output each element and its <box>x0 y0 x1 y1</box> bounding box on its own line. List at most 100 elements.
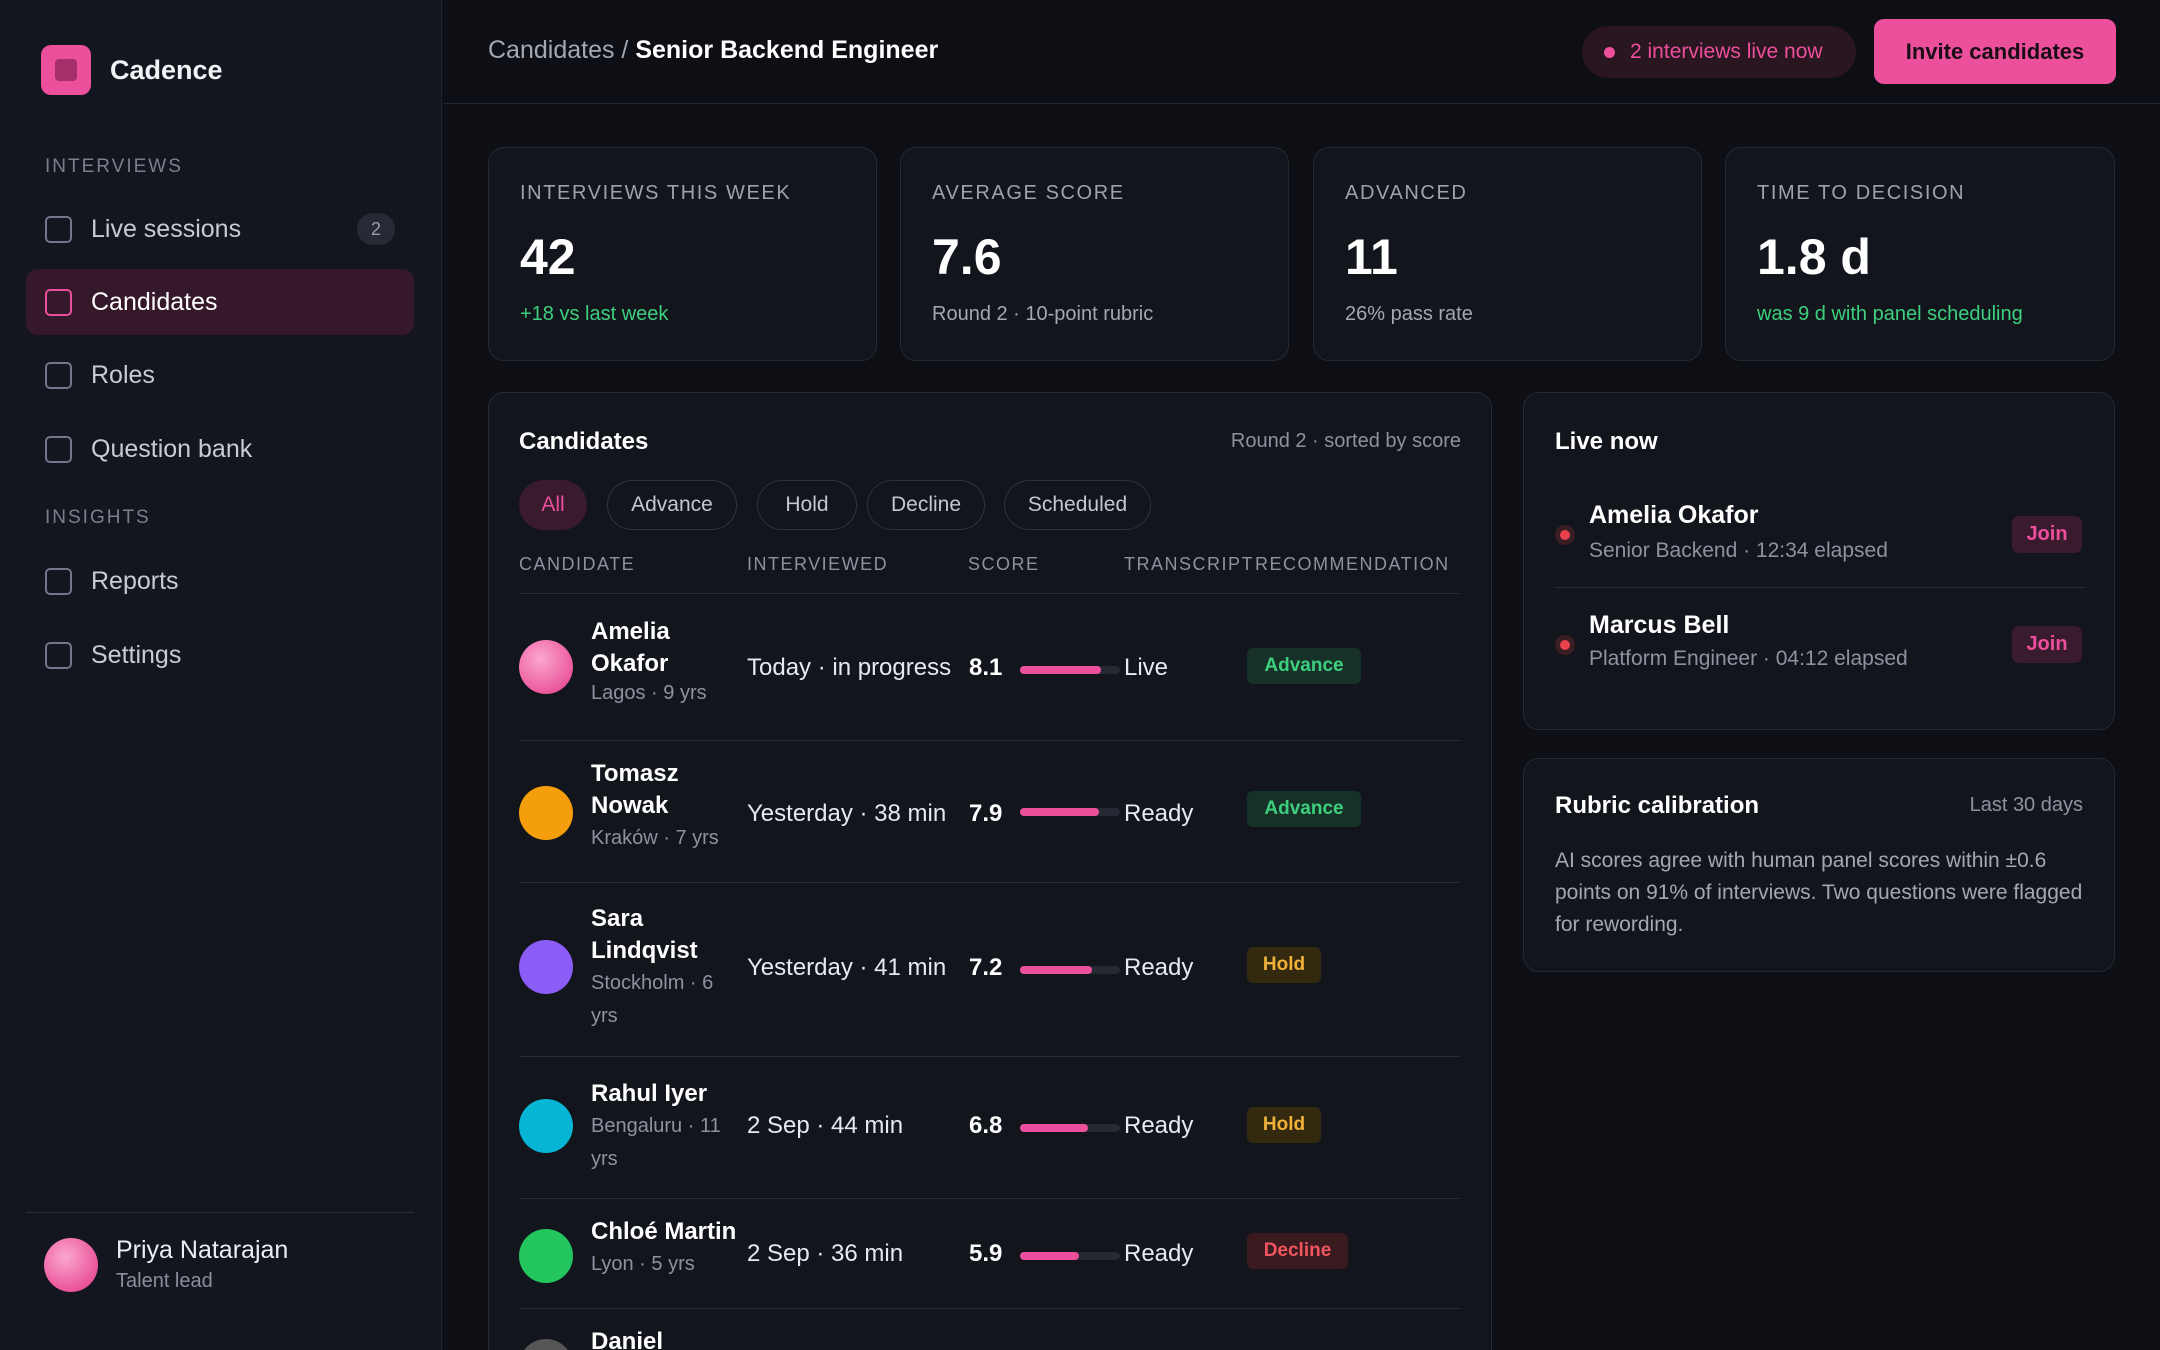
sidebar-item-roles[interactable]: Roles <box>26 342 414 408</box>
join-button[interactable]: Join <box>2012 626 2082 663</box>
column-header-score[interactable]: SCORE <box>968 554 1040 575</box>
sidebar-item-candidates[interactable]: Candidates <box>26 269 414 335</box>
sidebar-item-label: Candidates <box>91 287 218 316</box>
stat-note: was 9 d with panel scheduling <box>1757 303 2023 325</box>
candidates-panel: Candidates Round 2 · sorted by score All… <box>488 392 1492 1350</box>
live-interviews-pill[interactable]: 2 interviews live now <box>1582 26 1856 78</box>
checkbox-icon <box>45 641 72 669</box>
stat-card-time-to-decision: TIME TO DECISION 1.8 d was 9 d with pane… <box>1725 147 2115 361</box>
sidebar-item-question-bank[interactable]: Question bank <box>26 416 414 482</box>
score-bar <box>1020 966 1120 974</box>
live-item[interactable]: Amelia Okafor Senior Backend · 12:34 ela… <box>1555 501 2085 581</box>
stat-label: ADVANCED <box>1345 182 1468 204</box>
candidate-name[interactable]: Rahul Iyer <box>591 1078 741 1110</box>
score-bar <box>1020 1252 1120 1260</box>
transcript-status[interactable]: Live <box>1124 654 1168 682</box>
candidate-name[interactable]: Tomasz Nowak <box>591 758 741 822</box>
filter-chip-all[interactable]: All <box>519 480 587 530</box>
avatar <box>44 1237 98 1292</box>
column-header-candidate[interactable]: CANDIDATE <box>519 554 635 575</box>
candidate-name[interactable]: Daniel <box>591 1326 741 1350</box>
stat-note: Round 2 · 10-point rubric <box>932 303 1154 325</box>
candidate-meta: Lagos · 9 yrs <box>591 682 707 704</box>
candidate-name[interactable]: Chloé Martin <box>591 1216 741 1248</box>
interviewed-value: Today · in progress <box>747 654 952 681</box>
candidate-name[interactable]: Amelia Okafor <box>591 616 741 680</box>
avatar <box>519 640 573 694</box>
invite-candidates-button[interactable]: Invite candidates <box>1874 19 2116 84</box>
table-row[interactable]: Rahul Iyer Bengaluru · 11 yrs 2 Sep · 44 m… <box>519 1057 1460 1199</box>
avatar <box>519 1229 573 1283</box>
table-row[interactable]: Amelia Okafor Lagos · 9 yrs Today · in pro… <box>519 599 1460 741</box>
transcript-status[interactable]: Ready <box>1124 954 1193 982</box>
sidebar-item-label: Roles <box>91 360 155 389</box>
nav-section-interviews: INTERVIEWS <box>45 156 183 177</box>
column-header-interviewed[interactable]: INTERVIEWED <box>747 554 888 575</box>
filter-chip-advance[interactable]: Advance <box>607 480 737 530</box>
panel-meta: Last 30 days <box>1969 794 2083 816</box>
avatar <box>519 786 573 840</box>
table-row[interactable]: Chloé Martin Lyon · 5 yrs 2 Sep · 36 min 5.… <box>519 1199 1460 1309</box>
transcript-status[interactable]: Ready <box>1124 1112 1193 1140</box>
score-value: 7.2 <box>969 954 1003 981</box>
column-header-recommendation[interactable]: RECOMMENDATION <box>1255 554 1450 575</box>
table-row[interactable]: Daniel <box>519 1309 1460 1350</box>
avatar <box>519 1339 573 1350</box>
filter-chip-hold[interactable]: Hold <box>757 480 857 530</box>
panel-title: Candidates <box>519 428 649 455</box>
stat-note: 26% pass rate <box>1345 303 1473 325</box>
recommendation-badge: Decline <box>1247 1233 1348 1269</box>
rubric-calibration-panel: Rubric calibration Last 30 days AI score… <box>1523 758 2115 972</box>
live-candidate-meta: Platform Engineer · 04:12 elapsed <box>1589 647 1908 670</box>
live-candidate-name: Marcus Bell <box>1589 611 1730 639</box>
sidebar-item-label: Live sessions <box>91 214 242 243</box>
filter-chip-scheduled[interactable]: Scheduled <box>1004 480 1151 530</box>
divider <box>26 1212 414 1213</box>
join-button[interactable]: Join <box>2012 516 2082 553</box>
transcript-status[interactable]: Ready <box>1124 800 1193 828</box>
brand-name: Cadence <box>110 54 223 85</box>
brand[interactable]: Cadence <box>41 45 223 95</box>
stat-label: TIME TO DECISION <box>1757 182 1966 204</box>
checkbox-icon <box>45 288 72 316</box>
panel-title: Rubric calibration <box>1555 792 1760 819</box>
interviewed-value: Yesterday · 38 min <box>747 800 947 827</box>
interviewed-value: 2 Sep · 44 min <box>747 1112 904 1139</box>
recording-dot-icon <box>1555 635 1575 655</box>
table-row[interactable]: Sara Lindqvist Stockholm · 6 yrs Yesterday… <box>519 883 1460 1057</box>
column-header-transcript[interactable]: TRANSCRIPT <box>1124 554 1254 575</box>
interviewed-value: 2 Sep · 36 min <box>747 1240 904 1267</box>
stat-card-average-score: AVERAGE SCORE 7.6 Round 2 · 10-point rub… <box>900 147 1289 361</box>
checkbox-icon <box>45 215 72 243</box>
recording-dot-icon <box>1555 525 1575 545</box>
table-row[interactable]: Tomasz Nowak Kraków · 7 yrs Yesterday · 38… <box>519 741 1460 883</box>
stat-value: 11 <box>1345 229 1398 285</box>
score-value: 6.8 <box>969 1112 1003 1139</box>
breadcrumb-separator: / <box>614 36 636 64</box>
live-candidate-meta: Senior Backend · 12:34 elapsed <box>1589 539 1888 562</box>
stat-value: 1.8 d <box>1757 229 1871 285</box>
sidebar-item-live-sessions[interactable]: Live sessions 2 <box>26 196 414 262</box>
breadcrumb-parent[interactable]: Candidates <box>488 36 614 64</box>
candidate-meta: Lyon · 5 yrs <box>591 1253 695 1275</box>
sidebar-item-settings[interactable]: Settings <box>26 622 414 688</box>
score-value: 5.9 <box>969 1240 1003 1267</box>
user-role: Talent lead <box>116 1270 213 1292</box>
candidate-meta: Bengaluru · 11 yrs <box>591 1115 721 1170</box>
checkbox-icon <box>45 435 72 463</box>
live-pill-label: 2 interviews live now <box>1630 40 1823 63</box>
user-name: Priya Natarajan <box>116 1236 289 1264</box>
avatar <box>519 1099 573 1153</box>
recommendation-badge: Advance <box>1247 791 1361 827</box>
candidate-meta: Kraków · 7 yrs <box>591 827 719 849</box>
user-profile[interactable]: Priya Natarajan Talent lead <box>44 1236 288 1293</box>
transcript-status[interactable]: Ready <box>1124 1240 1193 1268</box>
score-bar <box>1020 666 1120 674</box>
candidate-name[interactable]: Sara Lindqvist <box>591 903 741 967</box>
sidebar-item-reports[interactable]: Reports <box>26 548 414 614</box>
live-item[interactable]: Marcus Bell Platform Engineer · 04:12 el… <box>1555 611 2085 691</box>
breadcrumb-current: Senior Backend Engineer <box>635 36 939 64</box>
sidebar-item-label: Question bank <box>91 434 253 463</box>
count-badge: 2 <box>357 213 395 245</box>
filter-chip-decline[interactable]: Decline <box>867 480 985 530</box>
